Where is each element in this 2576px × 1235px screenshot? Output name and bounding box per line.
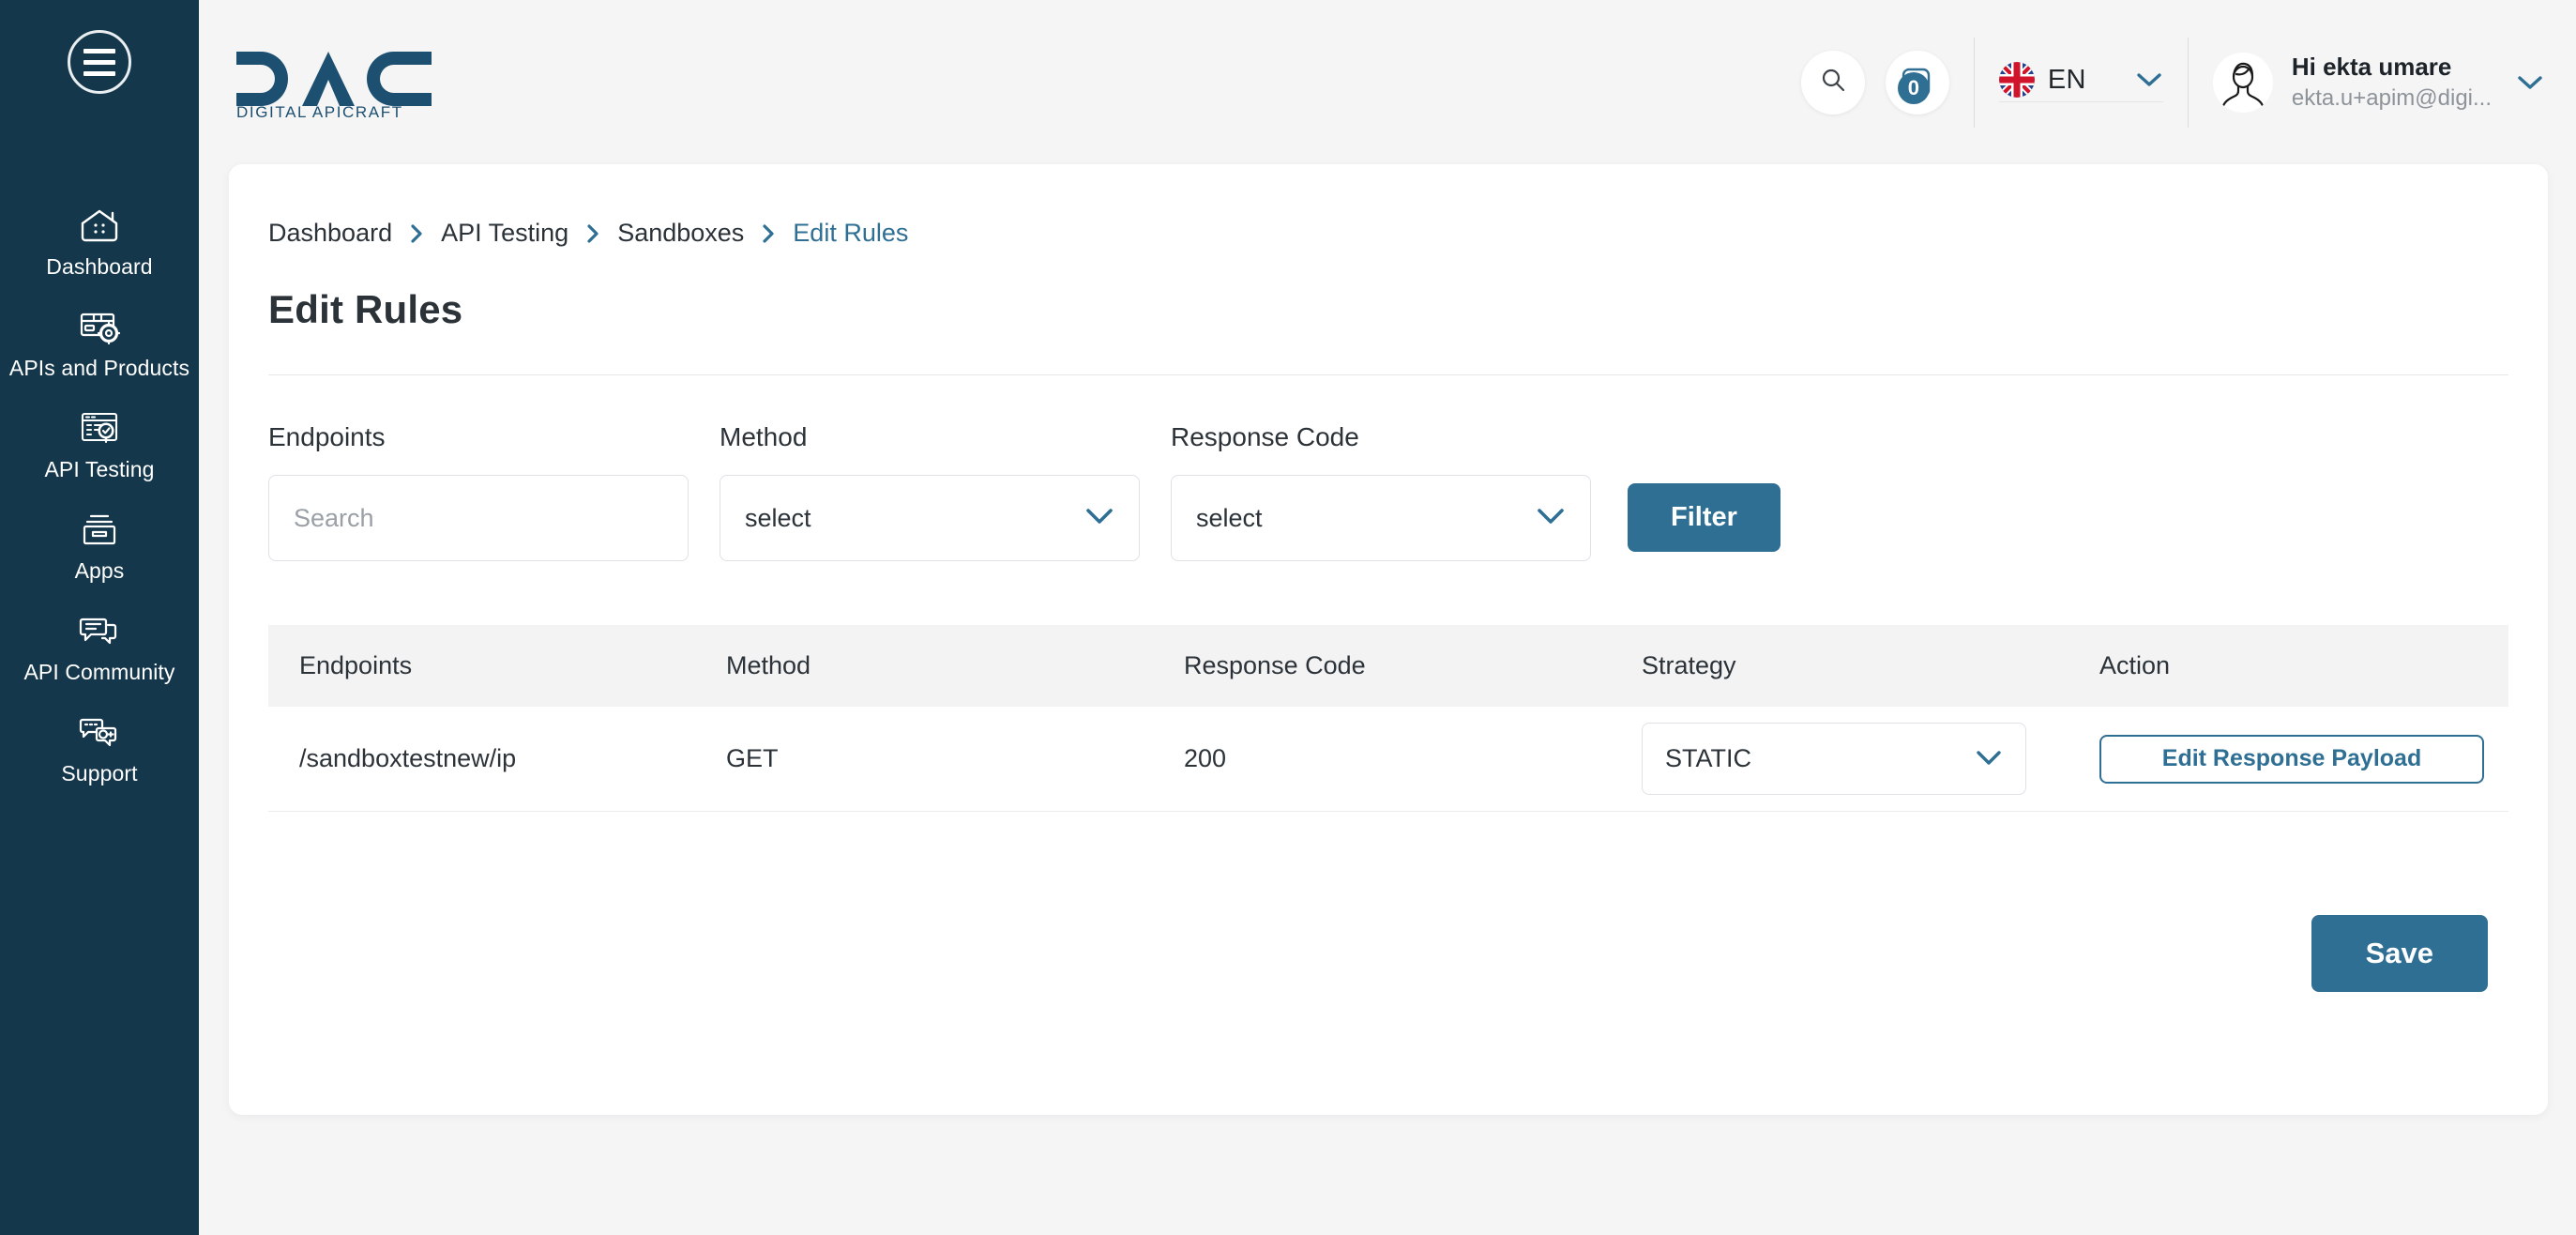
filter-endpoints-label: Endpoints bbox=[268, 422, 386, 451]
support-headset-chat-icon bbox=[74, 711, 125, 753]
hamburger-bar bbox=[83, 59, 115, 65]
column-header-endpoints: Endpoints bbox=[299, 651, 413, 679]
chevron-down-icon bbox=[1536, 507, 1566, 530]
response-code-select[interactable]: select bbox=[1171, 475, 1591, 561]
sidebar-item-label: Support bbox=[61, 761, 138, 785]
chevron-down-icon bbox=[2516, 74, 2544, 91]
language-code: EN bbox=[2047, 64, 2086, 95]
column-header-action: Action bbox=[2099, 651, 2171, 679]
response-code-select-value: select bbox=[1196, 503, 1263, 532]
sidebar-item-label: API Community bbox=[23, 660, 175, 684]
cell-method: GET bbox=[726, 744, 779, 772]
table-header-row: Endpoints Method Response Code Strategy … bbox=[268, 625, 2508, 707]
cell-response-code: 200 bbox=[1184, 744, 1227, 772]
sidebar-item-label: API Testing bbox=[44, 457, 155, 481]
cell-endpoint: /sandboxtestnew/ip bbox=[299, 744, 517, 772]
notification-count-badge: 0 bbox=[1897, 71, 1930, 104]
sidebar-item-apps[interactable]: Apps bbox=[0, 496, 199, 597]
sidebar-item-api-testing[interactable]: API Testing bbox=[0, 394, 199, 496]
breadcrumb-item-dashboard[interactable]: Dashboard bbox=[268, 219, 392, 248]
chevron-down-icon bbox=[1975, 744, 2003, 773]
main-area: DIGITAL APICRAFT 0 EN Hi ekta umare ekta… bbox=[199, 0, 2576, 1235]
cell-action: Edit Response Payload bbox=[2099, 734, 2508, 784]
filter-method: Method select bbox=[720, 422, 1140, 561]
dashboard-home-icon bbox=[74, 205, 125, 246]
filter-bar: Endpoints Method select Response Code bbox=[268, 375, 2508, 561]
breadcrumb-item-edit-rules[interactable]: Edit Rules bbox=[793, 219, 908, 248]
user-avatar-icon bbox=[2212, 52, 2273, 113]
method-select[interactable]: select bbox=[720, 475, 1140, 561]
breadcrumb: Dashboard API Testing Sandboxes Edit Rul… bbox=[268, 164, 2508, 248]
search-button[interactable] bbox=[1800, 50, 1865, 114]
apis-products-box-icon bbox=[74, 306, 125, 347]
rules-table: Endpoints Method Response Code Strategy … bbox=[268, 625, 2508, 812]
edit-response-payload-button[interactable]: Edit Response Payload bbox=[2099, 734, 2484, 784]
chevron-down-icon bbox=[1084, 507, 1114, 530]
api-testing-checklist-icon bbox=[74, 407, 125, 449]
filter-response-code-label: Response Code bbox=[1171, 422, 1359, 451]
sidebar-item-label: APIs and Products bbox=[8, 356, 190, 380]
save-button[interactable]: Save bbox=[2311, 915, 2488, 992]
menu-toggle-button[interactable] bbox=[68, 30, 131, 94]
strategy-select-value: STATIC bbox=[1665, 744, 1751, 772]
hamburger-bar bbox=[83, 48, 115, 53]
notifications-button[interactable]: 0 bbox=[1885, 50, 1949, 114]
search-input[interactable] bbox=[268, 475, 689, 561]
language-selector[interactable]: EN bbox=[1998, 62, 2163, 102]
user-email: ekta.u+apim@digi... bbox=[2291, 85, 2492, 111]
column-header-response-code: Response Code bbox=[1184, 651, 1366, 679]
sidebar-item-apis-and-products[interactable]: APIs and Products bbox=[0, 293, 199, 394]
filter-method-label: Method bbox=[720, 422, 808, 451]
header-divider-1 bbox=[1973, 37, 1975, 128]
dac-logo[interactable]: DIGITAL APICRAFT bbox=[235, 46, 469, 119]
apps-archive-box-icon bbox=[74, 509, 125, 550]
sidebar-item-api-community[interactable]: API Community bbox=[0, 597, 199, 698]
content-card: Dashboard API Testing Sandboxes Edit Rul… bbox=[229, 164, 2548, 1115]
sidebar-item-label: Dashboard bbox=[46, 254, 153, 279]
column-header-method: Method bbox=[726, 651, 811, 679]
breadcrumb-item-api-testing[interactable]: API Testing bbox=[441, 219, 568, 248]
sidebar-item-dashboard[interactable]: Dashboard bbox=[0, 191, 199, 293]
sidebar-nav-list: Dashboard APIs and Products API Testing … bbox=[0, 191, 199, 800]
top-header: DIGITAL APICRAFT 0 EN Hi ekta umare ekta… bbox=[199, 0, 2576, 164]
column-header-strategy: Strategy bbox=[1642, 651, 1736, 679]
strategy-select[interactable]: STATIC bbox=[1642, 723, 2026, 795]
page-title: Edit Rules bbox=[268, 287, 463, 331]
user-text: Hi ekta umare ekta.u+apim@digi... bbox=[2292, 52, 2492, 113]
hamburger-bar bbox=[83, 70, 115, 76]
svg-text:DIGITAL APICRAFT: DIGITAL APICRAFT bbox=[236, 103, 403, 119]
sidebar-item-label: Apps bbox=[74, 558, 125, 583]
table-row: /sandboxtestnew/ip GET 200 STATIC Edit R… bbox=[268, 707, 2508, 812]
sidebar: Dashboard APIs and Products API Testing … bbox=[0, 0, 199, 1235]
chevron-right-icon bbox=[585, 223, 600, 244]
uk-flag-icon bbox=[1998, 62, 2035, 98]
breadcrumb-item-sandboxes[interactable]: Sandboxes bbox=[617, 219, 744, 248]
filter-response-code: Response Code select bbox=[1171, 422, 1591, 561]
filter-endpoints: Endpoints bbox=[268, 422, 689, 561]
user-greeting: Hi ekta umare bbox=[2291, 53, 2452, 81]
cell-strategy: STATIC bbox=[1642, 723, 2099, 795]
app-root: Dashboard APIs and Products API Testing … bbox=[0, 0, 2576, 1235]
method-select-value: select bbox=[745, 503, 811, 532]
header-divider-2 bbox=[2187, 37, 2189, 128]
community-chat-icon bbox=[74, 610, 125, 651]
chevron-down-icon bbox=[2135, 71, 2163, 88]
filter-button[interactable]: Filter bbox=[1628, 483, 1780, 552]
chevron-right-icon bbox=[409, 223, 424, 244]
header-actions: 0 EN Hi ekta umare ekta.u+apim@digi... bbox=[1800, 37, 2544, 128]
search-icon bbox=[1819, 66, 1847, 99]
sidebar-item-support[interactable]: Support bbox=[0, 698, 199, 800]
footer-actions: Save bbox=[268, 915, 2508, 992]
chevron-right-icon bbox=[761, 223, 776, 244]
user-menu[interactable]: Hi ekta umare ekta.u+apim@digi... bbox=[2212, 52, 2544, 113]
tasks-checklist-icon: 0 bbox=[1897, 65, 1935, 104]
